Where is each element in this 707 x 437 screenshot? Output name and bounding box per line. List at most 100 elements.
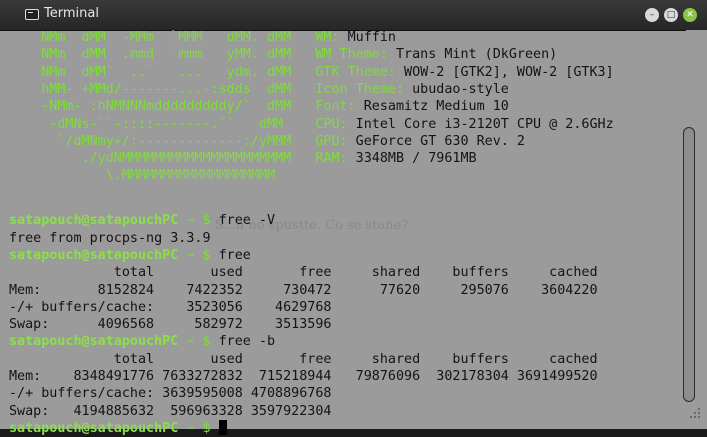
ascii-logo-line: \.MMMMMMMMMMMMMMMMMMM [9,167,275,184]
maximize-icon: □ [666,10,676,20]
output-text: Swap: 4194885632 596963328 3597922304 [9,403,332,419]
ascii-logo-text: NMm dMM .mmd `mmm yMM. dMM [9,47,292,63]
sysinfo-label: RAM: [315,151,348,167]
output-line: Swap: 4194885632 596963328 3597922304 [9,403,331,420]
sysinfo-value: Trans Mint (DkGreen) [395,47,558,63]
output-line: Mem: 8152824 7422352 730472 77620 295076… [9,282,598,299]
title-bar[interactable]: Terminal – □ ✕ [0,0,707,31]
terminal-icon [25,9,39,20]
output-text: Mem: 8348491776 7633272832 715218944 798… [9,369,598,385]
output-line: total used free shared buffers cached [9,264,598,281]
close-icon: ✕ [686,10,694,20]
ascii-logo-text: -dMNs-``-::::-------.`` dMM [9,116,284,132]
output-text: -/+ buffers/cache: 3639595008 4708896768 [9,386,332,402]
prompt-user-host: satapouch@satapouchPC [9,247,179,263]
sysinfo-label: GPU: [315,133,348,149]
command-text: free -b [218,334,276,350]
prompt-symbol: $ [202,420,211,436]
output-text: total used free shared buffers cached [9,265,598,281]
sysinfo-label: WM Theme: [315,47,388,63]
ascii-logo-text: \.MMMMMMMMMMMMMMMMMMM [9,168,276,184]
maximize-button[interactable]: □ [664,8,678,22]
output-text: total used free shared buffers cached [9,351,598,367]
output-line: -/+ buffers/cache: 3639595008 4708896768 [9,385,331,402]
sysinfo-value: Muffin [347,30,396,45]
minimize-icon: – [649,10,655,20]
text-cursor [218,419,227,435]
command-text: free -V [218,213,276,229]
output-line: free from procps-ng 3.3.9 [9,230,211,247]
output-line: total used free shared buffers cached [9,351,598,368]
ascii-logo-line: hMM- +MMd/-------...-:sdds dMM Icon Them… [9,81,509,98]
command-text: free [218,247,251,263]
prompt-symbol: $ [202,213,211,229]
sysinfo-value: ubudao-style [412,81,509,97]
terminal-output[interactable]: Š...n no spustte. Co se stane? NMm dMM -… [0,29,686,436]
ascii-logo-line: ./ydNMMMMMMMMMMMMMMMMMMMMM RAM: 3348MB /… [9,150,477,167]
sysinfo-label: WM: [315,30,340,45]
sysinfo-label: CPU: [315,116,348,132]
sysinfo-value: WOW-2 [GTK2], WOW-2 [GTK3] [404,64,614,80]
ascii-logo-line: NMm dMM -MMm `MMM dMM. dMM WM: Muffin [9,29,396,46]
ascii-logo-text: ./ydNMMMMMMMMMMMMMMMMMMMMM [9,151,292,167]
sysinfo-label: GTK Theme: [315,64,396,80]
ascii-logo-text: -NMm- :hNMNNNmdddddddddy/` dMM [9,99,292,115]
ascii-logo-line: -NMm- :hNMNNNmdddddddddy/` dMM Font: Res… [9,98,509,115]
sysinfo-value: 3348MB / 7961MB [355,151,477,167]
sysinfo-value: Intel Core i3-2120T CPU @ 2.6GHz [355,116,614,132]
close-button[interactable]: ✕ [683,8,697,22]
output-line: -/+ buffers/cache: 3523056 4629768 [9,299,331,316]
prompt-user-host: satapouch@satapouchPC [9,213,179,229]
ascii-logo-text: NMm dMM` ..` ... ydm. dMM [9,64,292,80]
minimize-button[interactable]: – [645,8,659,22]
ascii-logo-text: NMm dMM -MMm `MMM dMM. dMM [9,30,292,45]
ascii-logo-line: `/dMNmy+/:-------------:/yMMM GPU: GeFor… [9,133,525,150]
ascii-logo-text: hMM- +MMd/-------...-:sdds dMM [9,81,292,97]
output-line: Swap: 4096568 582972 3513596 [9,316,331,333]
sysinfo-label: Font: [315,99,356,115]
prompt-line: satapouch@satapouchPC ~ $ free [9,247,251,264]
ascii-logo-line: NMm dMM` ..` ... ydm. dMM GTK Theme: WOW… [9,64,614,81]
prompt-line: satapouch@satapouchPC ~ $ [9,419,227,437]
prompt-symbol: $ [202,247,211,263]
terminal-window: Terminal – □ ✕ Š...n no spustte. Co se s… [0,0,707,436]
prompt-symbol: $ [202,334,211,350]
prompt-line: satapouch@satapouchPC ~ $ free -b [9,333,275,350]
ascii-logo-line: -dMNs-``-::::-------.`` dMM CPU: Intel C… [9,116,614,133]
prompt-user-host: satapouch@satapouchPC [9,420,179,436]
sysinfo-value: Resamitz Medium 10 [363,99,509,115]
resize-grip-icon[interactable] [690,408,702,420]
window-title: Terminal [44,6,99,21]
output-text: -/+ buffers/cache: 3523056 4629768 [9,299,332,315]
ascii-logo-line: NMm dMM .mmd `mmm yMM. dMM WM Theme: Tra… [9,46,557,63]
output-text: Mem: 8152824 7422352 730472 77620 295076… [9,282,598,298]
output-line: Mem: 8348491776 7633272832 715218944 798… [9,368,598,385]
sysinfo-value: GeForce GT 630 Rev. 2 [355,133,525,149]
ascii-logo-text: `/dMNmy+/:-------------:/yMMM [9,133,292,149]
scrollbar-thumb[interactable] [683,127,695,402]
prompt-user-host: satapouch@satapouchPC [9,334,179,350]
